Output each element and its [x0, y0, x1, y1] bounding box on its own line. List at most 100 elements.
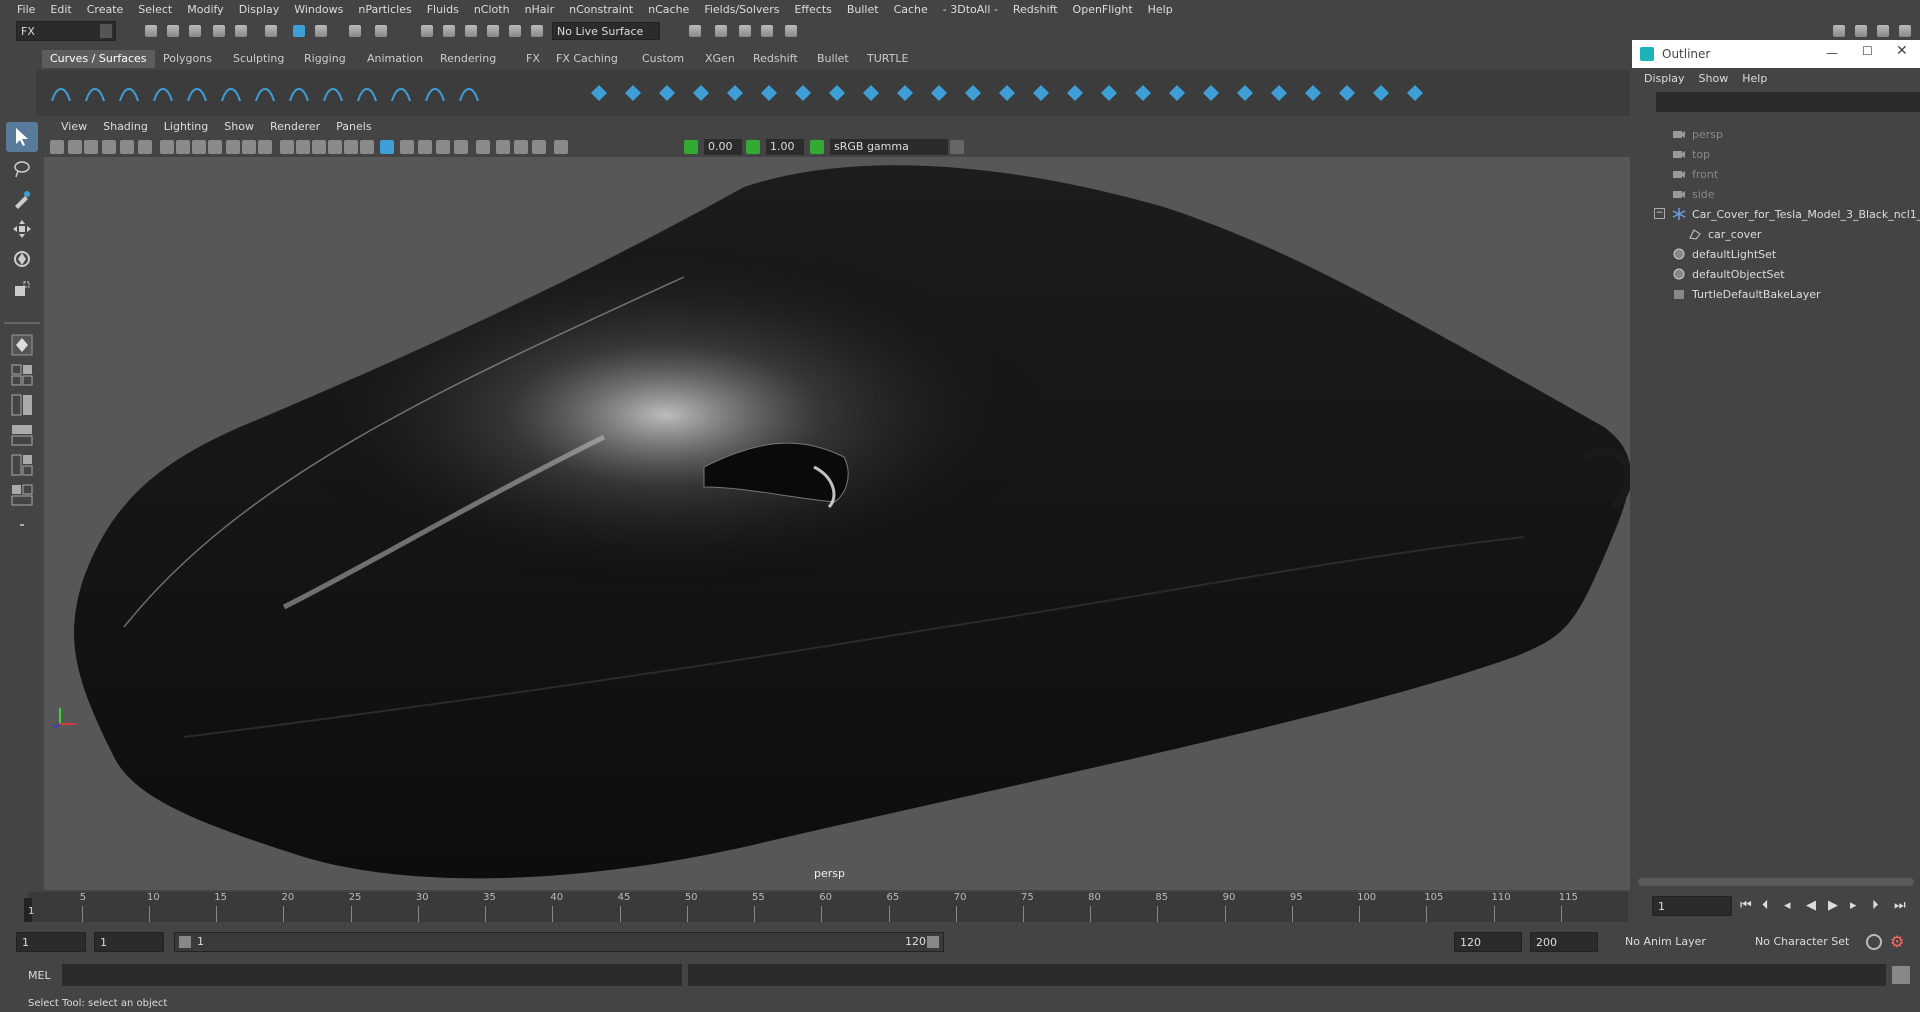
- auto-key-icon[interactable]: [1866, 934, 1882, 950]
- status-tool-icon[interactable]: [782, 22, 800, 40]
- status-tool-icon[interactable]: [462, 22, 480, 40]
- character-set-dropdown[interactable]: No Character Set: [1750, 932, 1866, 952]
- status-tool-icon[interactable]: [1852, 22, 1870, 40]
- outliner-menu-show[interactable]: Show: [1693, 72, 1737, 85]
- tab-turtle[interactable]: TURTLE: [859, 50, 916, 68]
- color-management-icon[interactable]: [810, 140, 824, 154]
- color-space-dropdown[interactable]: sRGB gamma: [830, 139, 948, 155]
- surface-tool-icon[interactable]: [1096, 80, 1122, 106]
- surface-tool-icon[interactable]: [1028, 80, 1054, 106]
- surface-tool-icon[interactable]: [654, 80, 680, 106]
- tab-custom[interactable]: Custom: [634, 50, 692, 68]
- status-tool-icon[interactable]: [346, 22, 364, 40]
- menu-nhair[interactable]: nHair: [518, 3, 563, 16]
- rotate-tool-icon[interactable]: [6, 244, 38, 274]
- menu-display[interactable]: Display: [232, 3, 288, 16]
- play-forward-icon[interactable]: ▶: [1828, 898, 1838, 913]
- viewport-toggle-icon[interactable]: [496, 140, 510, 154]
- outliner-item[interactable]: defaultObjectSet: [1632, 264, 1920, 284]
- layout-more-icon[interactable]: [6, 510, 38, 540]
- viewport-toggle-icon[interactable]: [102, 140, 116, 154]
- viewport-toggle-icon[interactable]: [454, 140, 468, 154]
- panel-menu-shading[interactable]: Shading: [95, 120, 156, 133]
- lasso-tool-icon[interactable]: [6, 154, 38, 184]
- tab-bullet[interactable]: Bullet: [809, 50, 857, 68]
- surface-tool-icon[interactable]: [756, 80, 782, 106]
- viewport-toggle-icon[interactable]: [380, 140, 394, 154]
- tab-rendering[interactable]: Rendering: [432, 50, 504, 68]
- menu-bullet[interactable]: Bullet: [840, 3, 887, 16]
- paint-select-tool-icon[interactable]: [6, 184, 38, 214]
- tab-animation[interactable]: Animation: [359, 50, 431, 68]
- go-to-start-icon[interactable]: ⏮: [1740, 898, 1752, 913]
- menu-cache[interactable]: Cache: [887, 3, 936, 16]
- outliner-item[interactable]: persp: [1632, 124, 1920, 144]
- surface-tool-icon[interactable]: [1130, 80, 1156, 106]
- status-tool-icon[interactable]: [186, 22, 204, 40]
- gamma-toggle-icon[interactable]: [746, 140, 760, 154]
- outliner-search-input[interactable]: [1656, 92, 1920, 112]
- status-tool-icon[interactable]: [142, 22, 160, 40]
- viewport-toggle-icon[interactable]: [436, 140, 450, 154]
- outliner-item[interactable]: top: [1632, 144, 1920, 164]
- persp-graph-layout-icon[interactable]: [6, 480, 38, 510]
- surface-tool-icon[interactable]: [994, 80, 1020, 106]
- status-tool-icon[interactable]: [440, 22, 458, 40]
- surface-tool-icon[interactable]: [824, 80, 850, 106]
- tab-curves-surfaces[interactable]: Curves / Surfaces: [42, 50, 155, 68]
- exposure-toggle-icon[interactable]: [684, 140, 698, 154]
- command-language-label[interactable]: MEL: [28, 969, 51, 982]
- menu-help[interactable]: Help: [1141, 3, 1181, 16]
- menu-nconstraint[interactable]: nConstraint: [562, 3, 641, 16]
- viewport-toggle-icon[interactable]: [532, 140, 546, 154]
- status-tool-icon[interactable]: [506, 22, 524, 40]
- tab-sculpting[interactable]: Sculpting: [225, 50, 292, 68]
- menu-openflight[interactable]: OpenFlight: [1066, 3, 1141, 16]
- viewport-toggle-icon[interactable]: [176, 140, 190, 154]
- viewport-toggle-icon[interactable]: [84, 140, 98, 154]
- curve-tool-icon[interactable]: [456, 80, 482, 106]
- curve-tool-icon[interactable]: [48, 80, 74, 106]
- animation-prefs-icon[interactable]: ⚙: [1890, 932, 1910, 952]
- menu-modify[interactable]: Modify: [180, 3, 231, 16]
- menu-effects[interactable]: Effects: [787, 3, 839, 16]
- viewport-toggle-icon[interactable]: [476, 140, 490, 154]
- viewport-toggle-icon[interactable]: [208, 140, 222, 154]
- curve-tool-icon[interactable]: [320, 80, 346, 106]
- menu-ncloth[interactable]: nCloth: [467, 3, 518, 16]
- menu-file[interactable]: File: [10, 3, 43, 16]
- menu-select[interactable]: Select: [131, 3, 180, 16]
- viewport-toggle-icon[interactable]: [120, 140, 134, 154]
- exposure-field[interactable]: 0.00: [704, 139, 742, 155]
- panel-menu-panels[interactable]: Panels: [328, 120, 379, 133]
- surface-tool-icon[interactable]: [1164, 80, 1190, 106]
- outliner-h-scrollbar[interactable]: [1638, 878, 1914, 886]
- tab-redshift[interactable]: Redshift: [745, 50, 806, 68]
- outliner-item[interactable]: front: [1632, 164, 1920, 184]
- close-icon[interactable]: ✕: [1896, 43, 1908, 59]
- menu-fluids[interactable]: Fluids: [420, 3, 467, 16]
- panel-menu-renderer[interactable]: Renderer: [262, 120, 328, 133]
- surface-tool-icon[interactable]: [688, 80, 714, 106]
- surface-tool-icon[interactable]: [1334, 80, 1360, 106]
- menu-ncache[interactable]: nCache: [641, 3, 697, 16]
- current-frame-field[interactable]: 1: [1652, 896, 1732, 916]
- step-back-icon[interactable]: ⏴: [1762, 898, 1769, 913]
- tab-fx[interactable]: FX: [518, 50, 548, 68]
- menu-set-selector[interactable]: FX: [16, 21, 116, 41]
- tab-xgen[interactable]: XGen: [697, 50, 743, 68]
- viewport-persp[interactable]: persp: [44, 157, 1630, 890]
- viewport-toggle-icon[interactable]: [554, 140, 568, 154]
- panel-menu-lighting[interactable]: Lighting: [156, 120, 216, 133]
- surface-tool-icon[interactable]: [960, 80, 986, 106]
- tab-polygons[interactable]: Polygons: [155, 50, 220, 68]
- viewport-toggle-icon[interactable]: [68, 140, 82, 154]
- collapse-icon[interactable]: −: [1654, 208, 1665, 219]
- menu-redshift[interactable]: Redshift: [1006, 3, 1066, 16]
- surface-tool-icon[interactable]: [926, 80, 952, 106]
- viewport-toggle-icon[interactable]: [258, 140, 272, 154]
- surface-tool-icon[interactable]: [1368, 80, 1394, 106]
- playback-start-field[interactable]: 1: [94, 932, 164, 952]
- range-start-handle[interactable]: [179, 936, 191, 948]
- anim-end-field[interactable]: 200: [1530, 932, 1598, 952]
